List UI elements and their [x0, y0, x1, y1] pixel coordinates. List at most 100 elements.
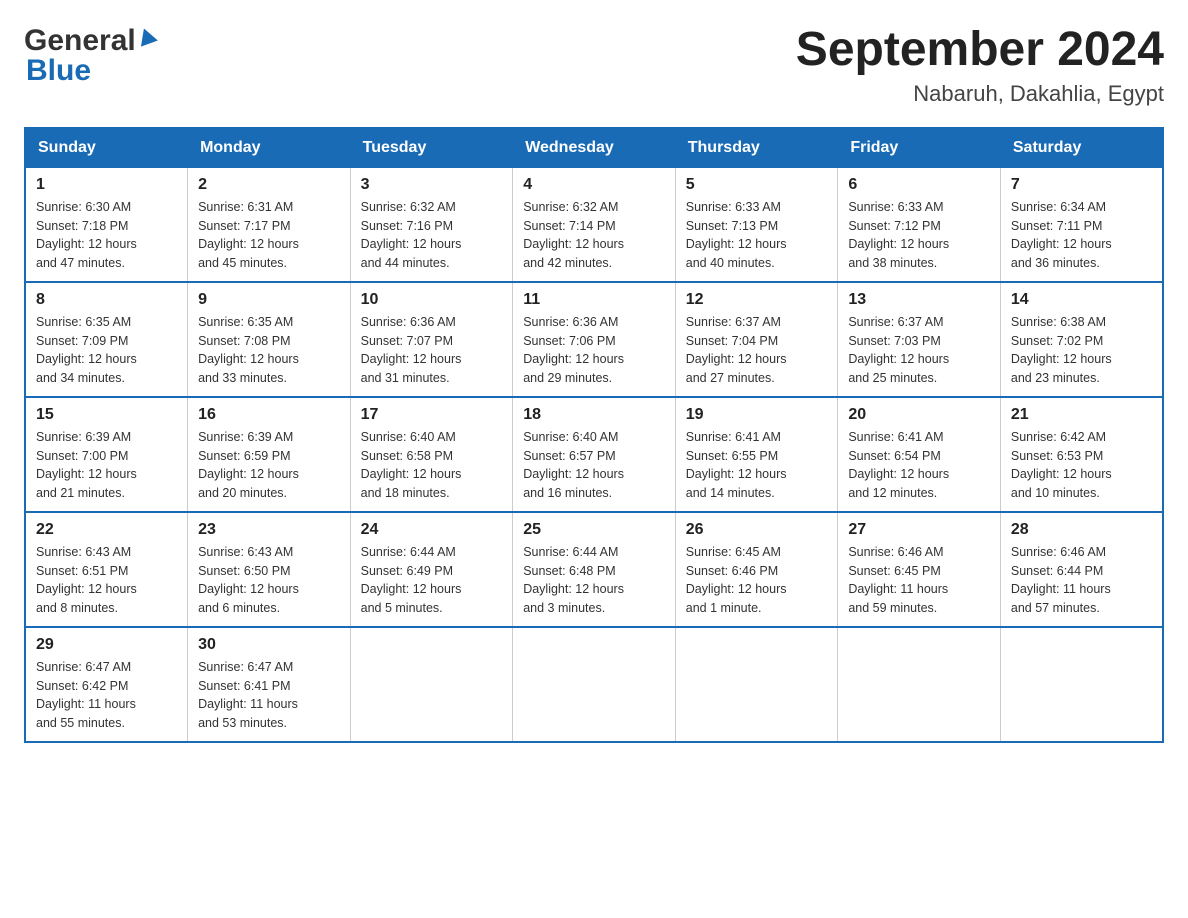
- day-number: 12: [686, 291, 828, 309]
- calendar-header-row: Sunday Monday Tuesday Wednesday Thursday…: [25, 128, 1163, 168]
- table-row: 10 Sunrise: 6:36 AMSunset: 7:07 PMDayligh…: [350, 282, 513, 397]
- col-tuesday: Tuesday: [350, 128, 513, 168]
- calendar-week-row: 29 Sunrise: 6:47 AMSunset: 6:42 PMDayligh…: [25, 627, 1163, 742]
- table-row: 13 Sunrise: 6:37 AMSunset: 7:03 PMDayligh…: [838, 282, 1001, 397]
- table-row: 17 Sunrise: 6:40 AMSunset: 6:58 PMDayligh…: [350, 397, 513, 512]
- day-info: Sunrise: 6:31 AMSunset: 7:17 PMDaylight:…: [198, 198, 340, 273]
- day-info: Sunrise: 6:36 AMSunset: 7:07 PMDaylight:…: [361, 313, 503, 388]
- day-info: Sunrise: 6:43 AMSunset: 6:50 PMDaylight:…: [198, 543, 340, 618]
- col-thursday: Thursday: [675, 128, 838, 168]
- table-row: 26Sunrise: 6:45 AMSunset: 6:46 PMDayligh…: [675, 512, 838, 627]
- day-number: 7: [1011, 176, 1152, 194]
- day-number: 11: [523, 291, 665, 309]
- day-number: 5: [686, 176, 828, 194]
- month-title: September 2024: [796, 24, 1164, 77]
- day-info: Sunrise: 6:35 AMSunset: 7:08 PMDaylight:…: [198, 313, 340, 388]
- day-info: Sunrise: 6:41 AMSunset: 6:54 PMDaylight:…: [848, 428, 990, 503]
- table-row: 9 Sunrise: 6:35 AMSunset: 7:08 PMDaylight…: [188, 282, 351, 397]
- table-row: 12 Sunrise: 6:37 AMSunset: 7:04 PMDayligh…: [675, 282, 838, 397]
- logo-image: General: [24, 24, 158, 58]
- calendar-week-row: 15 Sunrise: 6:39 AMSunset: 7:00 PMDayligh…: [25, 397, 1163, 512]
- day-info: Sunrise: 6:40 AMSunset: 6:57 PMDaylight:…: [523, 428, 665, 503]
- title-section: September 2024 Nabaruh, Dakahlia, Egypt: [796, 24, 1164, 107]
- day-number: 8: [36, 291, 177, 309]
- day-number: 19: [686, 406, 828, 424]
- table-row: 14Sunrise: 6:38 AMSunset: 7:02 PMDayligh…: [1000, 282, 1163, 397]
- day-number: 22: [36, 521, 177, 539]
- calendar-week-row: 22 Sunrise: 6:43 AMSunset: 6:51 PMDayligh…: [25, 512, 1163, 627]
- day-info: Sunrise: 6:39 AMSunset: 7:00 PMDaylight:…: [36, 428, 177, 503]
- day-number: 6: [848, 176, 990, 194]
- day-info: Sunrise: 6:36 AMSunset: 7:06 PMDaylight:…: [523, 313, 665, 388]
- table-row: [675, 627, 838, 742]
- day-info: Sunrise: 6:37 AMSunset: 7:04 PMDaylight:…: [686, 313, 828, 388]
- table-row: 3 Sunrise: 6:32 AMSunset: 7:16 PMDaylight…: [350, 167, 513, 282]
- table-row: 6 Sunrise: 6:33 AMSunset: 7:12 PMDaylight…: [838, 167, 1001, 282]
- table-row: 5 Sunrise: 6:33 AMSunset: 7:13 PMDaylight…: [675, 167, 838, 282]
- day-number: 28: [1011, 521, 1152, 539]
- page-header: General Blue September 2024 Nabaruh, Dak…: [24, 24, 1164, 107]
- table-row: 23 Sunrise: 6:43 AMSunset: 6:50 PMDayligh…: [188, 512, 351, 627]
- day-number: 18: [523, 406, 665, 424]
- col-sunday: Sunday: [25, 128, 188, 168]
- table-row: 25Sunrise: 6:44 AMSunset: 6:48 PMDayligh…: [513, 512, 676, 627]
- logo-blue-text: Blue: [26, 54, 91, 88]
- table-row: 29 Sunrise: 6:47 AMSunset: 6:42 PMDayligh…: [25, 627, 188, 742]
- table-row: 30Sunrise: 6:47 AMSunset: 6:41 PMDayligh…: [188, 627, 351, 742]
- table-row: 11 Sunrise: 6:36 AMSunset: 7:06 PMDayligh…: [513, 282, 676, 397]
- day-info: Sunrise: 6:32 AMSunset: 7:14 PMDaylight:…: [523, 198, 665, 273]
- table-row: 27Sunrise: 6:46 AMSunset: 6:45 PMDayligh…: [838, 512, 1001, 627]
- day-info: Sunrise: 6:35 AMSunset: 7:09 PMDaylight:…: [36, 313, 177, 388]
- day-number: 21: [1011, 406, 1152, 424]
- table-row: 18 Sunrise: 6:40 AMSunset: 6:57 PMDayligh…: [513, 397, 676, 512]
- table-row: [513, 627, 676, 742]
- day-info: Sunrise: 6:44 AMSunset: 6:48 PMDaylight:…: [523, 543, 665, 618]
- logo-general-text: General: [24, 24, 136, 58]
- day-number: 15: [36, 406, 177, 424]
- day-info: Sunrise: 6:46 AMSunset: 6:45 PMDaylight:…: [848, 543, 990, 618]
- day-number: 10: [361, 291, 503, 309]
- table-row: 20 Sunrise: 6:41 AMSunset: 6:54 PMDayligh…: [838, 397, 1001, 512]
- day-number: 16: [198, 406, 340, 424]
- table-row: 19Sunrise: 6:41 AMSunset: 6:55 PMDayligh…: [675, 397, 838, 512]
- day-number: 2: [198, 176, 340, 194]
- table-row: 7 Sunrise: 6:34 AMSunset: 7:11 PMDaylight…: [1000, 167, 1163, 282]
- day-info: Sunrise: 6:47 AMSunset: 6:42 PMDaylight:…: [36, 658, 177, 733]
- day-number: 3: [361, 176, 503, 194]
- day-info: Sunrise: 6:43 AMSunset: 6:51 PMDaylight:…: [36, 543, 177, 618]
- logo-triangle-icon: [136, 26, 158, 48]
- day-info: Sunrise: 6:30 AMSunset: 7:18 PMDaylight:…: [36, 198, 177, 273]
- day-info: Sunrise: 6:44 AMSunset: 6:49 PMDaylight:…: [361, 543, 503, 618]
- day-info: Sunrise: 6:32 AMSunset: 7:16 PMDaylight:…: [361, 198, 503, 273]
- day-info: Sunrise: 6:33 AMSunset: 7:13 PMDaylight:…: [686, 198, 828, 273]
- day-info: Sunrise: 6:46 AMSunset: 6:44 PMDaylight:…: [1011, 543, 1152, 618]
- day-info: Sunrise: 6:40 AMSunset: 6:58 PMDaylight:…: [361, 428, 503, 503]
- col-friday: Friday: [838, 128, 1001, 168]
- table-row: 4Sunrise: 6:32 AMSunset: 7:14 PMDaylight…: [513, 167, 676, 282]
- col-saturday: Saturday: [1000, 128, 1163, 168]
- day-number: 17: [361, 406, 503, 424]
- day-number: 14: [1011, 291, 1152, 309]
- day-number: 9: [198, 291, 340, 309]
- calendar-week-row: 1 Sunrise: 6:30 AMSunset: 7:18 PMDaylight…: [25, 167, 1163, 282]
- table-row: [1000, 627, 1163, 742]
- day-info: Sunrise: 6:47 AMSunset: 6:41 PMDaylight:…: [198, 658, 340, 733]
- day-number: 29: [36, 636, 177, 654]
- table-row: 22 Sunrise: 6:43 AMSunset: 6:51 PMDayligh…: [25, 512, 188, 627]
- col-monday: Monday: [188, 128, 351, 168]
- day-number: 23: [198, 521, 340, 539]
- day-number: 20: [848, 406, 990, 424]
- day-number: 1: [36, 176, 177, 194]
- calendar-week-row: 8 Sunrise: 6:35 AMSunset: 7:09 PMDaylight…: [25, 282, 1163, 397]
- table-row: 8 Sunrise: 6:35 AMSunset: 7:09 PMDaylight…: [25, 282, 188, 397]
- table-row: 16Sunrise: 6:39 AMSunset: 6:59 PMDayligh…: [188, 397, 351, 512]
- location-subtitle: Nabaruh, Dakahlia, Egypt: [796, 81, 1164, 107]
- day-info: Sunrise: 6:37 AMSunset: 7:03 PMDaylight:…: [848, 313, 990, 388]
- table-row: [838, 627, 1001, 742]
- day-number: 13: [848, 291, 990, 309]
- table-row: [350, 627, 513, 742]
- table-row: 1 Sunrise: 6:30 AMSunset: 7:18 PMDaylight…: [25, 167, 188, 282]
- table-row: 2 Sunrise: 6:31 AMSunset: 7:17 PMDaylight…: [188, 167, 351, 282]
- day-info: Sunrise: 6:33 AMSunset: 7:12 PMDaylight:…: [848, 198, 990, 273]
- day-info: Sunrise: 6:34 AMSunset: 7:11 PMDaylight:…: [1011, 198, 1152, 273]
